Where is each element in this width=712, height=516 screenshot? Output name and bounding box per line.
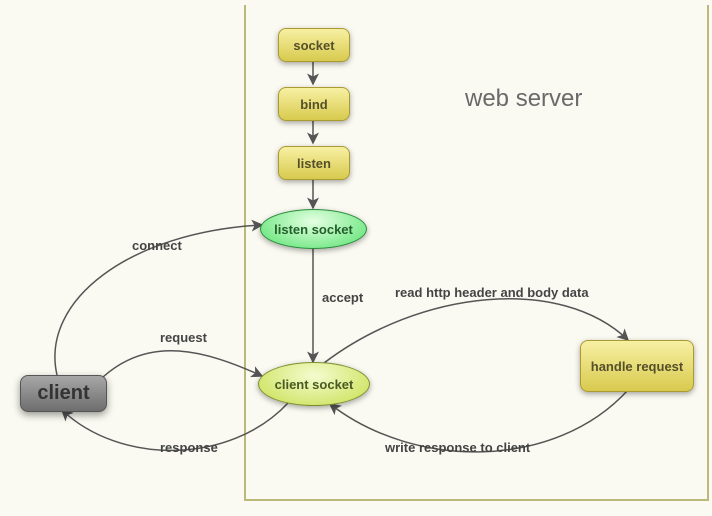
node-client: client	[20, 375, 107, 412]
arrows-layer	[0, 0, 712, 516]
node-handle-request-label: handle request	[591, 359, 683, 374]
node-listen-label: listen	[297, 156, 331, 171]
node-bind: bind	[278, 87, 350, 121]
node-client-label: client	[37, 382, 89, 405]
label-request: request	[160, 330, 207, 345]
node-socket: socket	[278, 28, 350, 62]
node-listen-socket-label: listen socket	[274, 222, 353, 237]
node-client-socket: client socket	[258, 362, 370, 406]
node-listen: listen	[278, 146, 350, 180]
node-bind-label: bind	[300, 97, 327, 112]
label-write: write response to client	[385, 440, 530, 455]
diagram-canvas: { "title": "web server", "nodes": { "soc…	[0, 0, 712, 516]
label-accept: accept	[322, 290, 363, 305]
label-response: response	[160, 440, 218, 455]
node-listen-socket: listen socket	[260, 209, 367, 249]
server-title: web server	[465, 85, 582, 113]
label-connect: connect	[132, 238, 182, 253]
node-handle-request: handle request	[580, 340, 694, 392]
label-read: read http header and body data	[395, 285, 589, 300]
node-socket-label: socket	[293, 38, 334, 53]
server-boundary	[245, 5, 708, 500]
edge-request	[103, 351, 262, 377]
node-client-socket-label: client socket	[275, 377, 354, 392]
